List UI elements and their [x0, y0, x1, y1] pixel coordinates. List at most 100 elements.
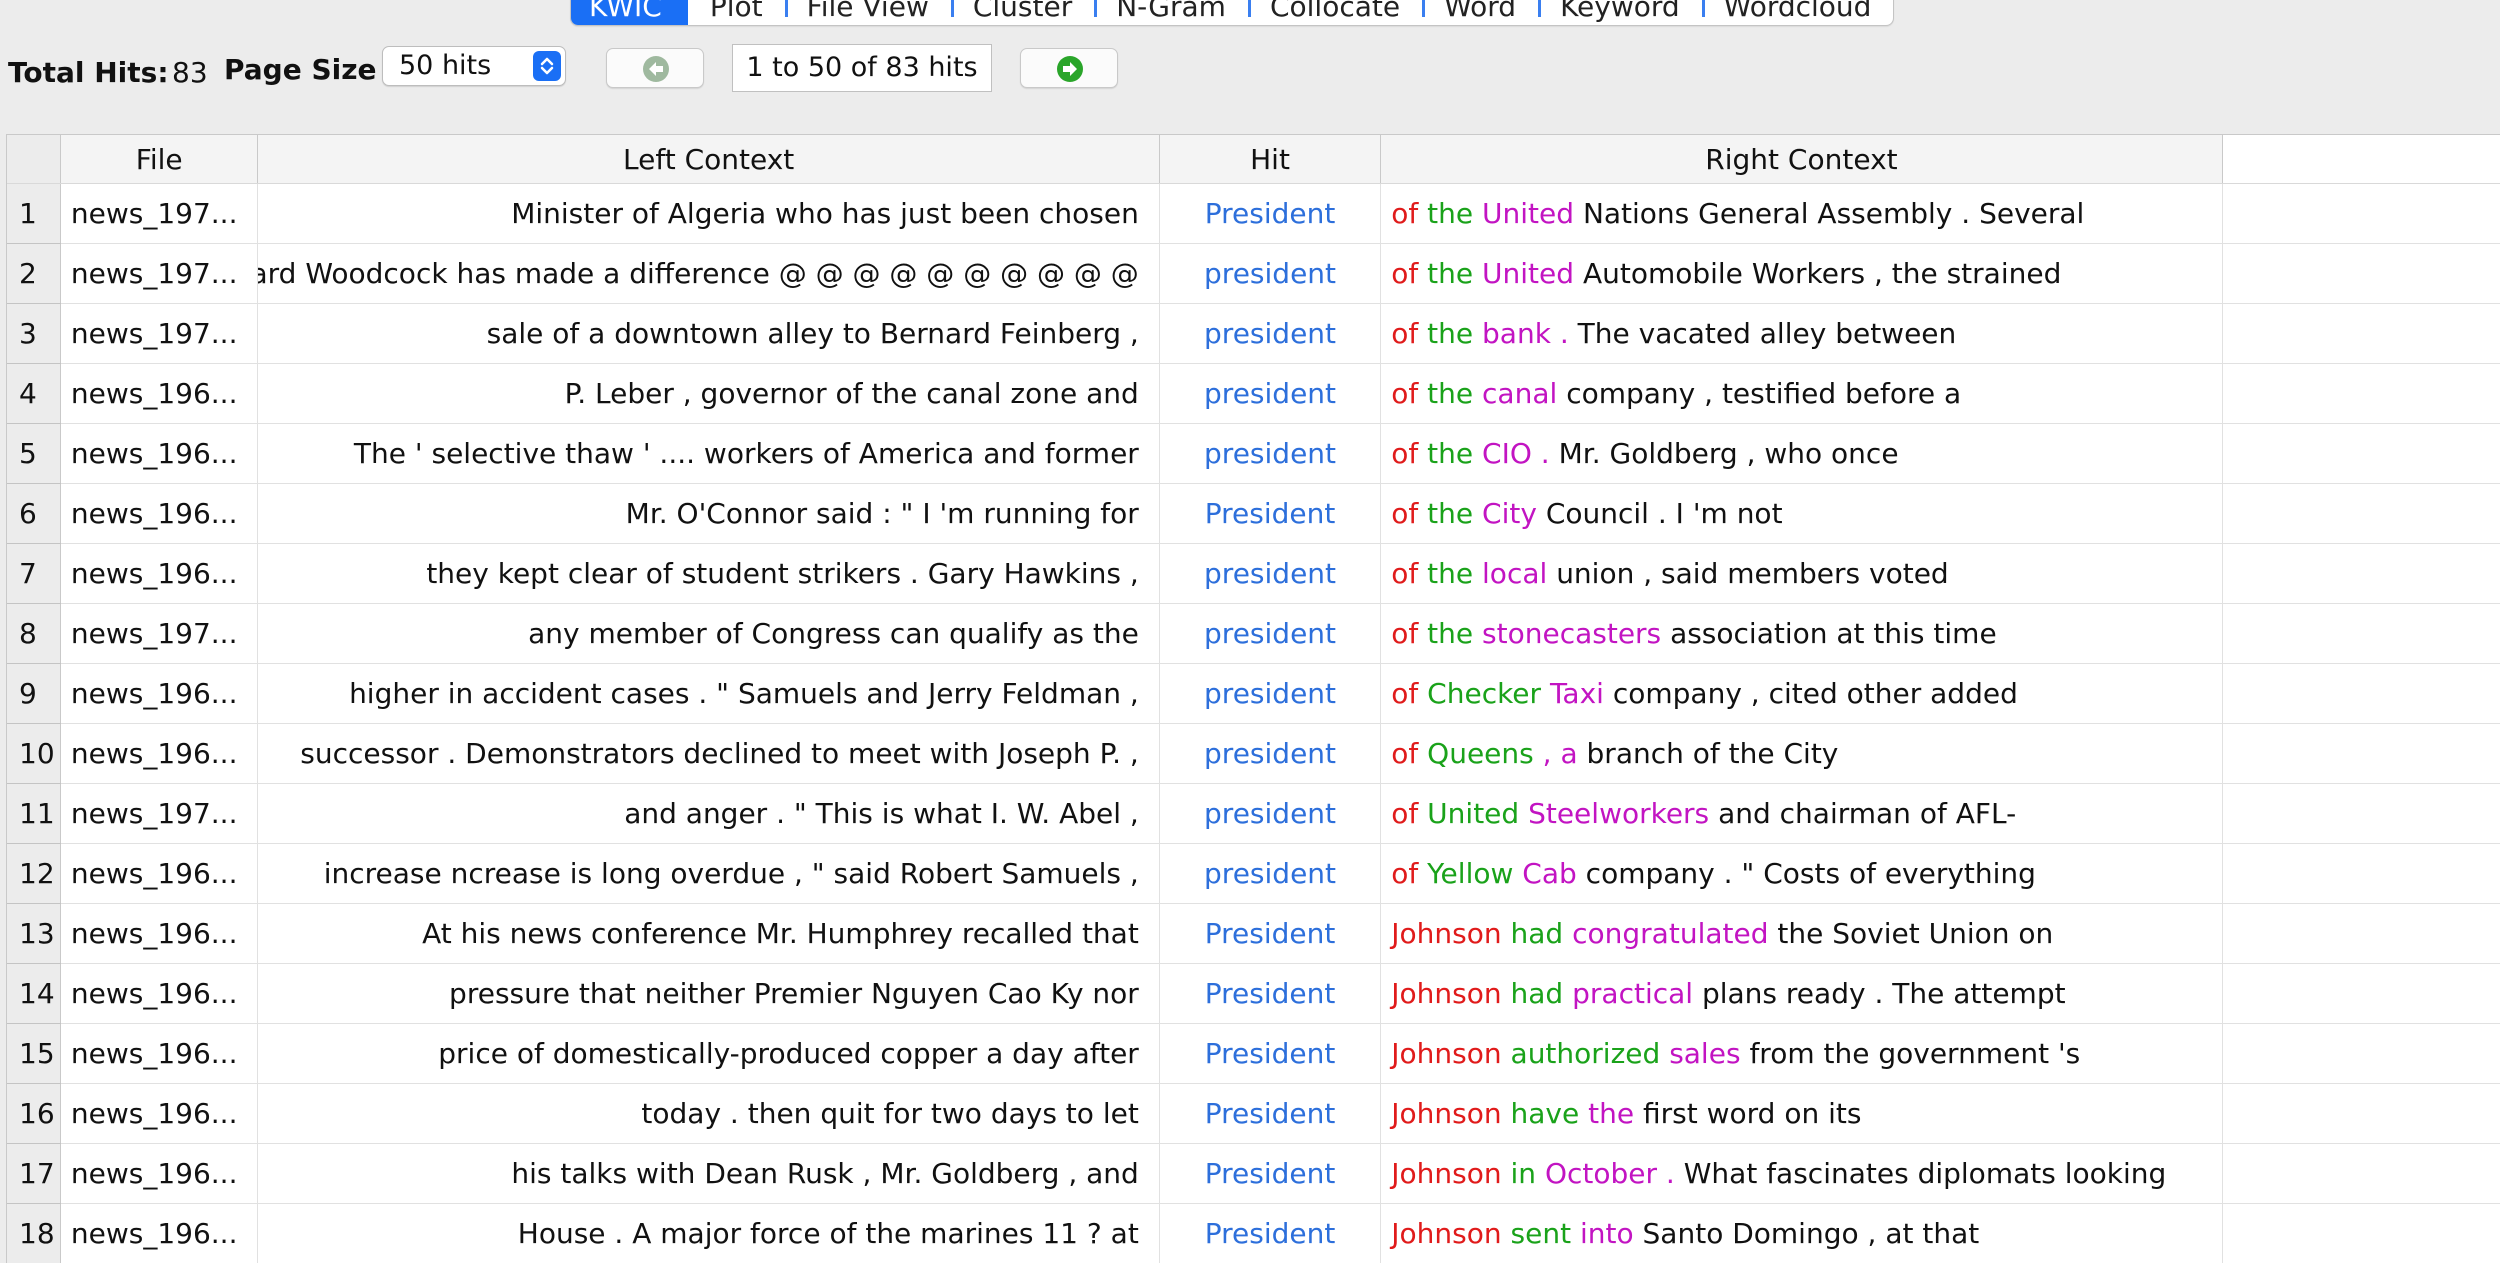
right-context-cell[interactable]: Johnson in October . What fascinates dip… — [1381, 1144, 2222, 1204]
left-context-cell[interactable]: Minister of Algeria who has just been ch… — [258, 184, 1159, 244]
hit-cell[interactable]: president — [1159, 364, 1380, 424]
file-cell[interactable]: news_197... — [60, 184, 258, 244]
right-context-cell[interactable]: Johnson had practical plans ready . The … — [1381, 964, 2222, 1024]
hit-cell[interactable]: President — [1159, 1144, 1380, 1204]
table-row[interactable]: 9 news_196... higher in accident cases .… — [7, 664, 2500, 724]
left-context-cell[interactable]: and anger . " This is what I. W. Abel , — [258, 784, 1159, 844]
right-context-cell[interactable]: Johnson sent into Santo Domingo , at tha… — [1381, 1204, 2222, 1263]
file-cell[interactable]: news_196... — [60, 904, 258, 964]
left-context-cell[interactable]: successor . Demonstrators declined to me… — [258, 724, 1159, 784]
header-left-context[interactable]: Left Context — [258, 135, 1159, 184]
hit-cell[interactable]: president — [1159, 304, 1380, 364]
file-cell[interactable]: news_196... — [60, 364, 258, 424]
file-cell[interactable]: news_197... — [60, 304, 258, 364]
table-row[interactable]: 7 news_196... they kept clear of student… — [7, 544, 2500, 604]
table-row[interactable]: 17 news_196... his talks with Dean Rusk … — [7, 1144, 2500, 1204]
hit-cell[interactable]: president — [1159, 664, 1380, 724]
file-cell[interactable]: news_196... — [60, 724, 258, 784]
table-row[interactable]: 15 news_196... price of domestically-pro… — [7, 1024, 2500, 1084]
hit-cell[interactable]: president — [1159, 544, 1380, 604]
hit-cell[interactable]: president — [1159, 604, 1380, 664]
left-context-cell[interactable]: House . A major force of the marines 11 … — [258, 1204, 1159, 1263]
tab-kwic[interactable]: KWIC — [571, 0, 688, 25]
hit-cell[interactable]: President — [1159, 1024, 1380, 1084]
left-context-cell[interactable]: ard Woodcock has made a difference @ @ @… — [258, 244, 1159, 304]
header-file[interactable]: File — [60, 135, 258, 184]
tab-collocate[interactable]: Collocate — [1248, 0, 1422, 25]
left-context-cell[interactable]: P. Leber , governor of the canal zone an… — [258, 364, 1159, 424]
right-context-cell[interactable]: Johnson authorized sales from the govern… — [1381, 1024, 2222, 1084]
table-row[interactable]: 8 news_197... any member of Congress can… — [7, 604, 2500, 664]
table-row[interactable]: 4 news_196... P. Leber , governor of the… — [7, 364, 2500, 424]
file-cell[interactable]: news_197... — [60, 784, 258, 844]
left-context-cell[interactable]: Mr. O'Connor said : " I 'm running for — [258, 484, 1159, 544]
header-hit[interactable]: Hit — [1159, 135, 1380, 184]
right-context-cell[interactable]: of the United Nations General Assembly .… — [1381, 184, 2222, 244]
left-context-cell[interactable]: they kept clear of student strikers . Ga… — [258, 544, 1159, 604]
file-cell[interactable]: news_196... — [60, 1144, 258, 1204]
right-context-cell[interactable]: of the bank . The vacated alley between — [1381, 304, 2222, 364]
hit-cell[interactable]: president — [1159, 784, 1380, 844]
left-context-cell[interactable]: higher in accident cases . " Samuels and… — [258, 664, 1159, 724]
table-row[interactable]: 5 news_196... The ' selective thaw ' ...… — [7, 424, 2500, 484]
right-context-cell[interactable]: of Queens , a branch of the City — [1381, 724, 2222, 784]
tab-cluster[interactable]: Cluster — [951, 0, 1094, 25]
file-cell[interactable]: news_197... — [60, 604, 258, 664]
left-context-cell[interactable]: any member of Congress can qualify as th… — [258, 604, 1159, 664]
right-context-cell[interactable]: of the canal company , testified before … — [1381, 364, 2222, 424]
left-context-cell[interactable]: today . then quit for two days to let — [258, 1084, 1159, 1144]
table-row[interactable]: 6 news_196... Mr. O'Connor said : " I 'm… — [7, 484, 2500, 544]
right-context-cell[interactable]: of the CIO . Mr. Goldberg , who once — [1381, 424, 2222, 484]
right-context-cell[interactable]: of Checker Taxi company , cited other ad… — [1381, 664, 2222, 724]
left-context-cell[interactable]: pressure that neither Premier Nguyen Cao… — [258, 964, 1159, 1024]
tab-keyword[interactable]: Keyword — [1538, 0, 1702, 25]
table-row[interactable]: 11 news_197... and anger . " This is wha… — [7, 784, 2500, 844]
kwic-results-table[interactable]: File Left Context Hit Right Context 1 ne… — [6, 134, 2500, 1263]
right-context-cell[interactable]: of the stonecasters association at this … — [1381, 604, 2222, 664]
hit-cell[interactable]: President — [1159, 1204, 1380, 1263]
hit-cell[interactable]: President — [1159, 1084, 1380, 1144]
hit-cell[interactable]: President — [1159, 184, 1380, 244]
table-row[interactable]: 16 news_196... today . then quit for two… — [7, 1084, 2500, 1144]
file-cell[interactable]: news_196... — [60, 964, 258, 1024]
hit-cell[interactable]: President — [1159, 964, 1380, 1024]
file-cell[interactable]: news_196... — [60, 844, 258, 904]
table-row[interactable]: 3 news_197... sale of a downtown alley t… — [7, 304, 2500, 364]
file-cell[interactable]: news_196... — [60, 424, 258, 484]
hit-cell[interactable]: president — [1159, 424, 1380, 484]
hit-cell[interactable]: President — [1159, 484, 1380, 544]
right-context-cell[interactable]: Johnson have the first word on its — [1381, 1084, 2222, 1144]
table-row[interactable]: 1 news_197... Minister of Algeria who ha… — [7, 184, 2500, 244]
file-cell[interactable]: news_196... — [60, 664, 258, 724]
table-row[interactable]: 2 news_197... ard Woodcock has made a di… — [7, 244, 2500, 304]
right-context-cell[interactable]: of United Steelworkers and chairman of A… — [1381, 784, 2222, 844]
file-cell[interactable]: news_196... — [60, 1024, 258, 1084]
right-context-cell[interactable]: of the local union , said members voted — [1381, 544, 2222, 604]
chevron-updown-icon[interactable] — [533, 51, 561, 81]
right-context-cell[interactable]: of the United Automobile Workers , the s… — [1381, 244, 2222, 304]
file-cell[interactable]: news_196... — [60, 1204, 258, 1263]
file-cell[interactable]: news_196... — [60, 544, 258, 604]
left-context-cell[interactable]: The ' selective thaw ' .... workers of A… — [258, 424, 1159, 484]
hit-cell[interactable]: president — [1159, 724, 1380, 784]
previous-page-button[interactable] — [606, 48, 704, 88]
header-right-context[interactable]: Right Context — [1381, 135, 2222, 184]
tab-plot[interactable]: Plot — [688, 0, 785, 25]
hit-cell[interactable]: president — [1159, 844, 1380, 904]
left-context-cell[interactable]: sale of a downtown alley to Bernard Fein… — [258, 304, 1159, 364]
tab-file-view[interactable]: File View — [785, 0, 951, 25]
file-cell[interactable]: news_197... — [60, 244, 258, 304]
table-row[interactable]: 10 news_196... successor . Demonstrators… — [7, 724, 2500, 784]
table-row[interactable]: 13 news_196... At his news conference Mr… — [7, 904, 2500, 964]
left-context-cell[interactable]: his talks with Dean Rusk , Mr. Goldberg … — [258, 1144, 1159, 1204]
left-context-cell[interactable]: increase ncrease is long overdue , " sai… — [258, 844, 1159, 904]
right-context-cell[interactable]: Johnson had congratulated the Soviet Uni… — [1381, 904, 2222, 964]
tab-word[interactable]: Word — [1422, 0, 1538, 25]
tab-wordcloud[interactable]: Wordcloud — [1702, 0, 1894, 25]
page-size-select[interactable]: 50 hits — [382, 46, 566, 86]
left-context-cell[interactable]: price of domestically-produced copper a … — [258, 1024, 1159, 1084]
tab-n-gram[interactable]: N-Gram — [1094, 0, 1248, 25]
left-context-cell[interactable]: At his news conference Mr. Humphrey reca… — [258, 904, 1159, 964]
table-row[interactable]: 14 news_196... pressure that neither Pre… — [7, 964, 2500, 1024]
right-context-cell[interactable]: of the City Council . I 'm not — [1381, 484, 2222, 544]
